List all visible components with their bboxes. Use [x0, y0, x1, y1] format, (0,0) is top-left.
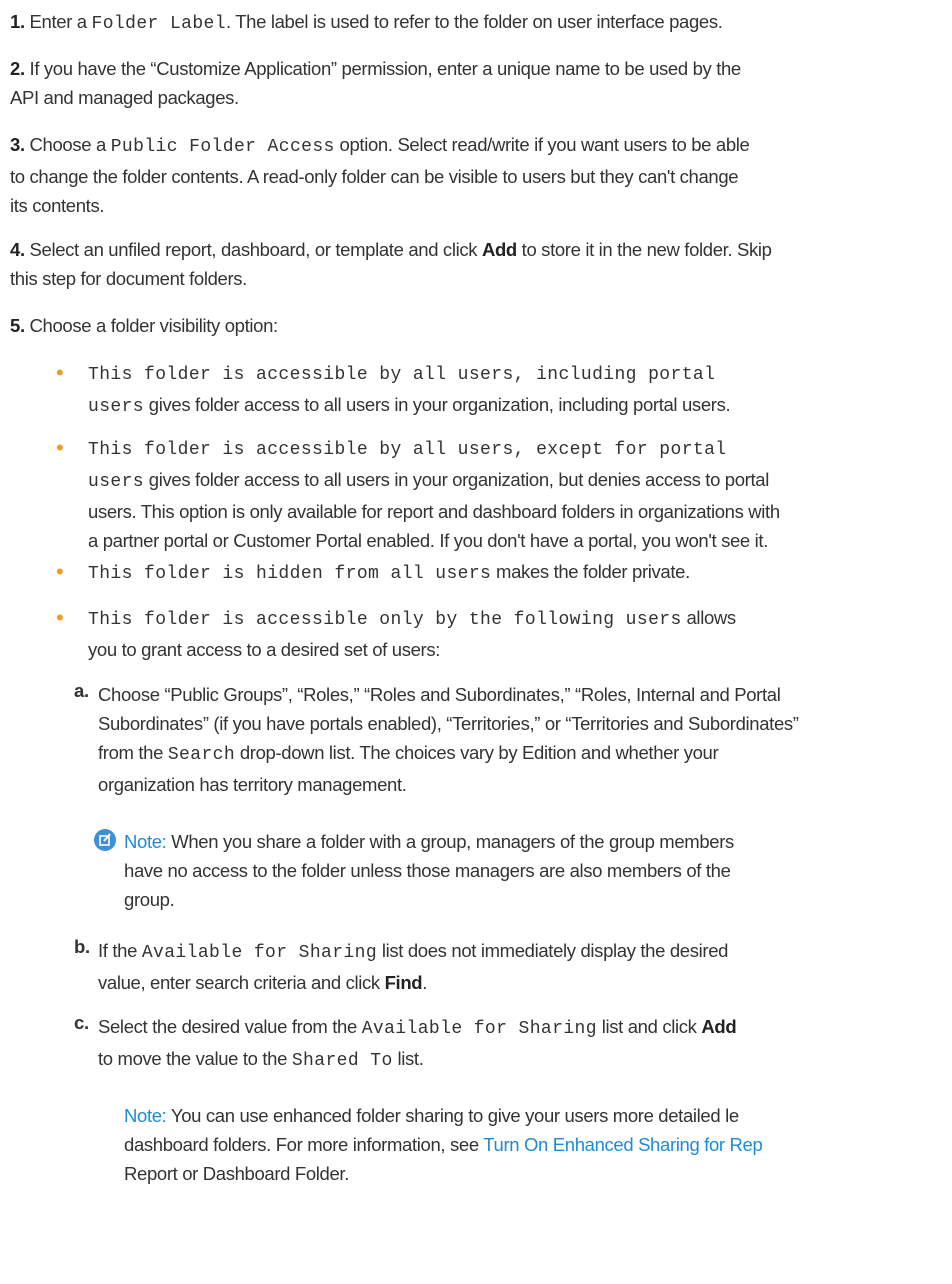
- code-shared-to: Shared To: [291, 1051, 393, 1071]
- step-4: 4. Select an unfiled report, dashboard, …: [10, 235, 952, 293]
- substep-b: b. If the Available for Sharing list doe…: [74, 936, 952, 997]
- step-text: . The label is used to refer to the fold…: [225, 11, 723, 32]
- visibility-option-3: • This folder is hidden from all users m…: [56, 557, 952, 589]
- add-ui-label: Add: [481, 239, 517, 260]
- step-text: API and managed packages.: [10, 87, 239, 108]
- bullet-text: gives folder access to all users in your…: [144, 469, 770, 490]
- step-number: 3.: [10, 134, 25, 155]
- code-option: users: [88, 472, 145, 492]
- note-text: have no access to the folder unless thos…: [124, 860, 731, 881]
- note-text: group.: [124, 889, 175, 910]
- step-text: to change the folder contents. A read-on…: [10, 166, 739, 187]
- step-text: to store it in the new folder. Skip: [516, 239, 772, 260]
- substep-text: value, enter search criteria and click: [98, 972, 385, 993]
- code-folder-label: Folder Label: [91, 14, 226, 34]
- step-3: 3. Choose a Public Folder Access option.…: [10, 130, 952, 220]
- substep-letter: a.: [74, 680, 89, 701]
- add-ui-label: Add: [701, 1016, 737, 1037]
- note-label: Note:: [124, 831, 167, 852]
- substep-text: from the: [98, 742, 168, 763]
- note-label: Note:: [124, 1105, 167, 1126]
- note-text: Report or Dashboard Folder.: [124, 1163, 350, 1184]
- step-2: 2. If you have the “Customize Applicatio…: [10, 54, 952, 112]
- bullet-text: allows: [681, 607, 736, 628]
- substep-text: Select the desired value from the: [98, 1016, 362, 1037]
- substep-text: If the: [98, 940, 142, 961]
- bullet-icon: •: [56, 435, 64, 460]
- code-available-for-sharing: Available for Sharing: [141, 943, 378, 963]
- step-number: 4.: [10, 239, 25, 260]
- substep-text: list does not immediately display the de…: [377, 940, 729, 961]
- note-text: You can use enhanced folder sharing to g…: [166, 1105, 739, 1126]
- find-ui-label: Find: [384, 972, 423, 993]
- bullet-text: makes the folder private.: [491, 561, 690, 582]
- note-text: When you share a folder with a group, ma…: [166, 831, 734, 852]
- note-text: dashboard folders. For more information,…: [124, 1134, 484, 1155]
- note-icon: [94, 829, 116, 851]
- step-text: option. Select read/write if you want us…: [334, 134, 750, 155]
- code-option: This folder is accessible by all users, …: [88, 365, 716, 385]
- bullet-text: you to grant access to a desired set of …: [88, 639, 441, 660]
- step-number: 2.: [10, 58, 25, 79]
- substep-text: list and click: [596, 1016, 702, 1037]
- step-5: 5. Choose a folder visibility option:: [10, 311, 952, 340]
- step-text: its contents.: [10, 195, 105, 216]
- substep-letter: c.: [74, 1012, 89, 1033]
- edit-icon: [99, 833, 111, 846]
- code-option: This folder is accessible only by the fo…: [88, 610, 682, 630]
- bullet-icon: •: [56, 559, 64, 584]
- substep-text: organization has territory management.: [98, 774, 407, 795]
- enhanced-sharing-link[interactable]: Turn On Enhanced Sharing for Rep: [483, 1134, 763, 1155]
- substep-text: Subordinates” (if you have portals enabl…: [98, 713, 799, 734]
- visibility-option-1: • This folder is accessible by all users…: [56, 358, 952, 422]
- step-text: If you have the “Customize Application” …: [29, 58, 742, 79]
- step-text: Select an unfiled report, dashboard, or …: [29, 239, 482, 260]
- bullet-text: gives folder access to all users in your…: [144, 394, 731, 415]
- substep-text: drop-down list. The choices vary by Edit…: [235, 742, 719, 763]
- substep-text: list.: [392, 1048, 424, 1069]
- code-public-folder-access: Public Folder Access: [110, 137, 335, 157]
- step-number: 5.: [10, 315, 25, 336]
- step-text: this step for document folders.: [10, 268, 247, 289]
- step-text: Enter a: [29, 11, 92, 32]
- step-number: 1.: [10, 11, 25, 32]
- substep-c: c. Select the desired value from the Ava…: [74, 1012, 952, 1076]
- visibility-option-4: • This folder is accessible only by the …: [56, 603, 952, 664]
- bullet-icon: •: [56, 360, 64, 385]
- substep-text: Choose “Public Groups”, “Roles,” “Roles …: [98, 684, 781, 705]
- code-option: This folder is accessible by all users, …: [88, 440, 727, 460]
- code-available-for-sharing: Available for Sharing: [361, 1019, 597, 1039]
- document-page: 1. Enter a Folder Label. The label is us…: [0, 0, 952, 1284]
- step-text: Choose a: [29, 134, 111, 155]
- code-option: users: [88, 397, 145, 417]
- code-option: This folder is hidden from all users: [88, 564, 492, 584]
- substep-text: to move the value to the: [98, 1048, 292, 1069]
- bullet-text: users. This option is only available for…: [88, 501, 780, 522]
- substep-letter: b.: [74, 936, 90, 957]
- step-text: Choose a folder visibility option:: [29, 315, 279, 336]
- code-search: Search: [167, 745, 236, 765]
- substep-a: a. Choose “Public Groups”, “Roles,” “Rol…: [74, 680, 952, 799]
- note-1: Note: When you share a folder with a gro…: [94, 827, 952, 914]
- bullet-text: a partner portal or Customer Portal enab…: [88, 530, 768, 551]
- bullet-icon: •: [56, 605, 64, 630]
- note-2: Note: You can use enhanced folder sharin…: [124, 1101, 952, 1188]
- step-1: 1. Enter a Folder Label. The label is us…: [10, 7, 952, 39]
- substep-text: .: [422, 972, 428, 993]
- visibility-option-2: • This folder is accessible by all users…: [56, 433, 952, 555]
